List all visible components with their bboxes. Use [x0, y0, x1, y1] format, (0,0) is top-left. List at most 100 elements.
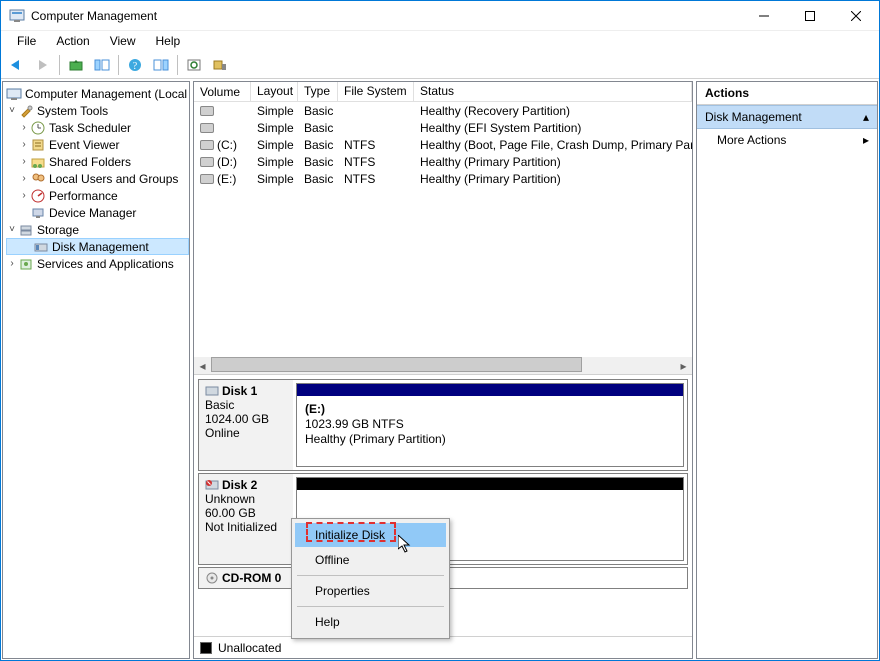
disk1-block[interactable]: Disk 1 Basic 1024.00 GB Online (E:) 1023… — [198, 379, 688, 471]
col-status[interactable]: Status — [414, 82, 692, 101]
disk1-title: Disk 1 — [222, 384, 257, 398]
volume-row[interactable]: Simple Basic Healthy (EFI System Partiti… — [194, 119, 692, 136]
scroll-left-icon[interactable]: ◂ — [194, 357, 211, 374]
part-size: 1023.99 GB NTFS — [305, 417, 675, 432]
tree-services-apps[interactable]: › Services and Applications — [6, 255, 189, 272]
actions-header: Actions — [697, 82, 877, 105]
vol-type: Basic — [298, 104, 338, 118]
menu-file[interactable]: File — [7, 32, 46, 50]
expand-icon[interactable]: › — [18, 190, 30, 201]
unallocated-swatch — [200, 642, 212, 654]
tree-label: Disk Management — [52, 240, 149, 254]
tree-label: Storage — [37, 223, 79, 237]
volume-row[interactable]: (E:) Simple Basic NTFS Healthy (Primary … — [194, 170, 692, 187]
disk1-type: Basic — [205, 398, 287, 412]
expand-icon[interactable]: › — [18, 122, 30, 133]
expand-icon[interactable]: › — [18, 173, 30, 184]
back-button[interactable] — [5, 53, 29, 77]
legend-unallocated: Unallocated — [218, 641, 281, 655]
menu-separator — [297, 606, 444, 607]
tree-system-tools[interactable]: ˅ System Tools — [6, 102, 189, 119]
toolbar-separator — [59, 55, 60, 75]
action-disk-management[interactable]: Disk Management ▴ — [697, 105, 877, 129]
tree-label: Device Manager — [49, 206, 136, 220]
tree-label: System Tools — [37, 104, 108, 118]
services-icon — [18, 256, 34, 272]
toolbar-separator — [177, 55, 178, 75]
tree-root-label: Computer Management (Local — [25, 87, 187, 101]
tree-label: Local Users and Groups — [49, 172, 178, 186]
col-filesystem[interactable]: File System — [338, 82, 414, 101]
volume-icon — [200, 174, 214, 184]
action-more-actions[interactable]: More Actions ▸ — [697, 129, 877, 151]
disk2-size: 60.00 GB — [205, 506, 287, 520]
minimize-button[interactable] — [741, 1, 787, 31]
disk1-state: Online — [205, 426, 287, 440]
col-type[interactable]: Type — [298, 82, 338, 101]
menu-view[interactable]: View — [100, 32, 146, 50]
tree-event-viewer[interactable]: › Event Viewer — [6, 136, 189, 153]
clock-icon — [30, 120, 46, 136]
forward-button[interactable] — [31, 53, 55, 77]
col-volume[interactable]: Volume — [194, 82, 251, 101]
volume-row[interactable]: Simple Basic Healthy (Recovery Partition… — [194, 102, 692, 119]
show-hide-tree-button[interactable] — [90, 53, 114, 77]
tree-label: Shared Folders — [49, 155, 131, 169]
menu-help[interactable]: Help — [146, 32, 191, 50]
menu-properties[interactable]: Properties — [295, 579, 446, 603]
up-button[interactable] — [64, 53, 88, 77]
disk-icon — [205, 385, 219, 397]
expand-icon[interactable]: › — [6, 258, 18, 269]
tree-label: Event Viewer — [49, 138, 119, 152]
menu-help[interactable]: Help — [295, 610, 446, 634]
volume-icon — [200, 157, 214, 167]
tree-label: Performance — [49, 189, 118, 203]
expand-icon[interactable]: › — [18, 139, 30, 150]
tree-performance[interactable]: › Performance — [6, 187, 189, 204]
volume-row[interactable]: (D:) Simple Basic NTFS Healthy (Primary … — [194, 153, 692, 170]
volume-icon — [200, 140, 214, 150]
tree-disk-management[interactable]: Disk Management — [6, 238, 189, 255]
menu-offline[interactable]: Offline — [295, 548, 446, 572]
close-button[interactable] — [833, 1, 879, 31]
menu-action[interactable]: Action — [46, 32, 99, 50]
collapse-icon[interactable]: ˅ — [6, 105, 18, 116]
maximize-button[interactable] — [787, 1, 833, 31]
tree-local-users[interactable]: › Local Users and Groups — [6, 170, 189, 187]
computer-icon — [6, 86, 22, 102]
legend: Unallocated — [194, 636, 692, 658]
volume-row[interactable]: (C:) Simple Basic NTFS Healthy (Boot, Pa… — [194, 136, 692, 153]
settings-button[interactable] — [208, 53, 232, 77]
expand-icon[interactable]: › — [18, 156, 30, 167]
disk1-info: Disk 1 Basic 1024.00 GB Online — [199, 380, 293, 470]
cdrom-icon — [205, 572, 219, 584]
show-hide-action-button[interactable] — [149, 53, 173, 77]
col-layout[interactable]: Layout — [251, 82, 298, 101]
disk1-size: 1024.00 GB — [205, 412, 287, 426]
volume-scrollbar[interactable]: ◂ ▸ — [194, 357, 692, 374]
svg-text:?: ? — [133, 61, 138, 72]
vol-name: (C:) — [217, 138, 237, 152]
collapse-icon[interactable]: ˅ — [6, 224, 18, 235]
menubar: File Action View Help — [1, 31, 879, 51]
help-button[interactable]: ? — [123, 53, 147, 77]
menu-initialize-disk[interactable]: Initialize Disk — [295, 523, 446, 547]
tree-task-scheduler[interactable]: › Task Scheduler — [6, 119, 189, 136]
tree-root[interactable]: Computer Management (Local — [6, 85, 189, 102]
collapse-arrow-icon: ▴ — [863, 110, 869, 124]
tree-pane: Computer Management (Local ˅ System Tool… — [2, 81, 190, 659]
tree-device-manager[interactable]: Device Manager — [6, 204, 189, 221]
refresh-button[interactable] — [182, 53, 206, 77]
tree-storage[interactable]: ˅ Storage — [6, 221, 189, 238]
menu-separator — [297, 575, 444, 576]
disk2-info: Disk 2 Unknown 60.00 GB Not Initialized — [199, 474, 293, 564]
disk2-state: Not Initialized — [205, 520, 287, 534]
shared-folder-icon — [30, 154, 46, 170]
users-icon — [30, 171, 46, 187]
scroll-right-icon[interactable]: ▸ — [675, 357, 692, 374]
disk2-type: Unknown — [205, 492, 287, 506]
vol-layout: Simple — [251, 104, 298, 118]
titlebar: Computer Management — [1, 1, 879, 31]
tree-shared-folders[interactable]: › Shared Folders — [6, 153, 189, 170]
disk1-partition[interactable]: (E:) 1023.99 GB NTFS Healthy (Primary Pa… — [296, 383, 684, 467]
